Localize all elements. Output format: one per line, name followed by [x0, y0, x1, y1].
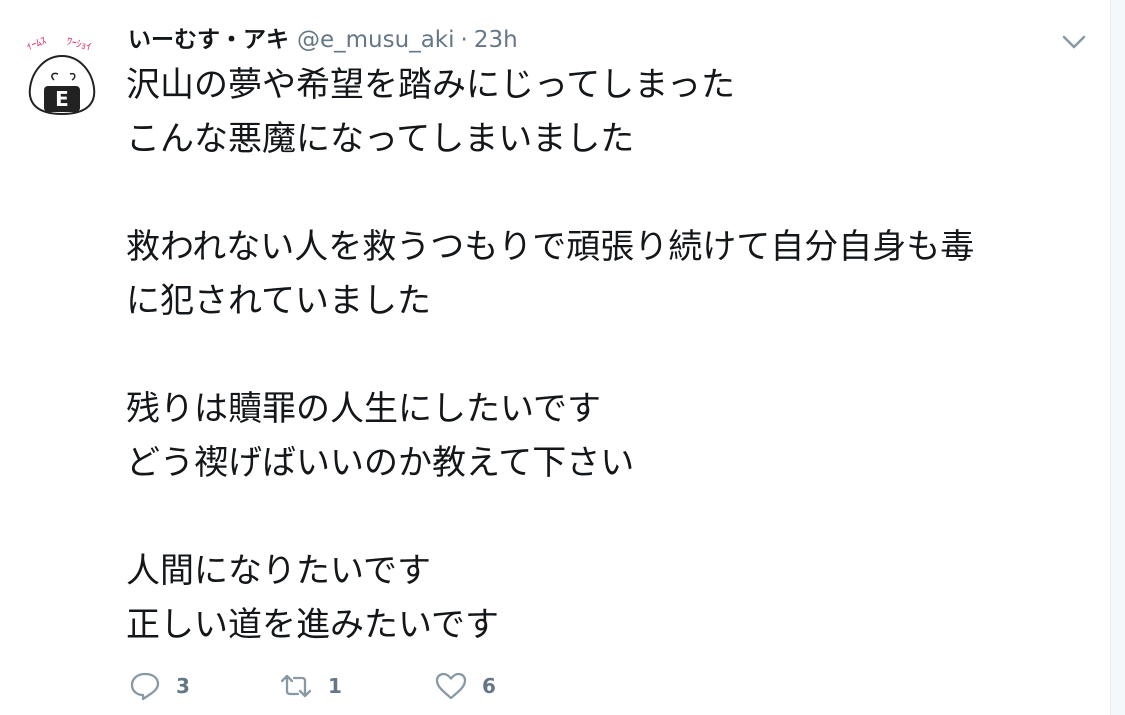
tweet-line: に犯されていました — [126, 281, 431, 321]
tweet-line: こんな悪魔になってしまいました — [126, 119, 635, 159]
tweet-menu-button[interactable] — [1058, 28, 1090, 56]
tweet-line: 人間になりたいです — [126, 551, 431, 591]
heart-icon — [435, 672, 467, 700]
tweet-text: 沢山の夢や希望を踏みにじってしまった こんな悪魔になってしまいました 救われない… — [126, 58, 1101, 652]
svg-text:E: E — [55, 87, 69, 111]
avatar[interactable]: ｲｰﾑｽ ﾜｰｼｮｲ E — [14, 30, 110, 126]
like-button[interactable]: 6 — [434, 664, 554, 708]
onigiri-e-avatar-icon: ｲｰﾑｽ ﾜｰｼｮｲ E — [25, 36, 96, 116]
tweet[interactable]: ｲｰﾑｽ ﾜｰｼｮｲ E いーむす・アキ @e_musu_aki · 23h 沢… — [0, 0, 1125, 715]
reply-button[interactable]: 3 — [128, 664, 278, 708]
tweet-line: 救われない人を救うつもりで頑張り続けて自分自身も毒 — [126, 227, 975, 267]
svg-text:ﾜｰｼｮｲ: ﾜｰｼｮｲ — [65, 36, 92, 53]
retweet-count: 1 — [328, 674, 342, 698]
user-handle[interactable]: @e_musu_aki — [297, 27, 455, 53]
like-count: 6 — [482, 674, 496, 698]
separator-dot: · — [460, 27, 468, 53]
timestamp[interactable]: 23h — [474, 27, 518, 53]
tweet-actions: 3 1 6 — [128, 664, 554, 708]
reply-icon — [130, 672, 160, 701]
tweet-line: どう禊げばいいのか教えて下さい — [126, 443, 635, 483]
retweet-button[interactable]: 1 — [278, 664, 434, 708]
retweet-icon — [280, 674, 312, 698]
reply-count: 3 — [176, 674, 190, 698]
display-name[interactable]: いーむす・アキ — [128, 20, 289, 54]
chevron-down-icon — [1062, 35, 1086, 49]
tweet-line: 沢山の夢や希望を踏みにじってしまった — [126, 65, 735, 105]
tweet-header: いーむす・アキ @e_musu_aki · 23h — [128, 20, 518, 56]
tweet-line: 残りは贖罪の人生にしたいです — [126, 389, 601, 429]
tweet-line: 正しい道を進みたいです — [126, 605, 499, 645]
scroll-edge — [1110, 0, 1125, 715]
svg-text:ｲｰﾑｽ: ｲｰﾑｽ — [25, 36, 48, 53]
